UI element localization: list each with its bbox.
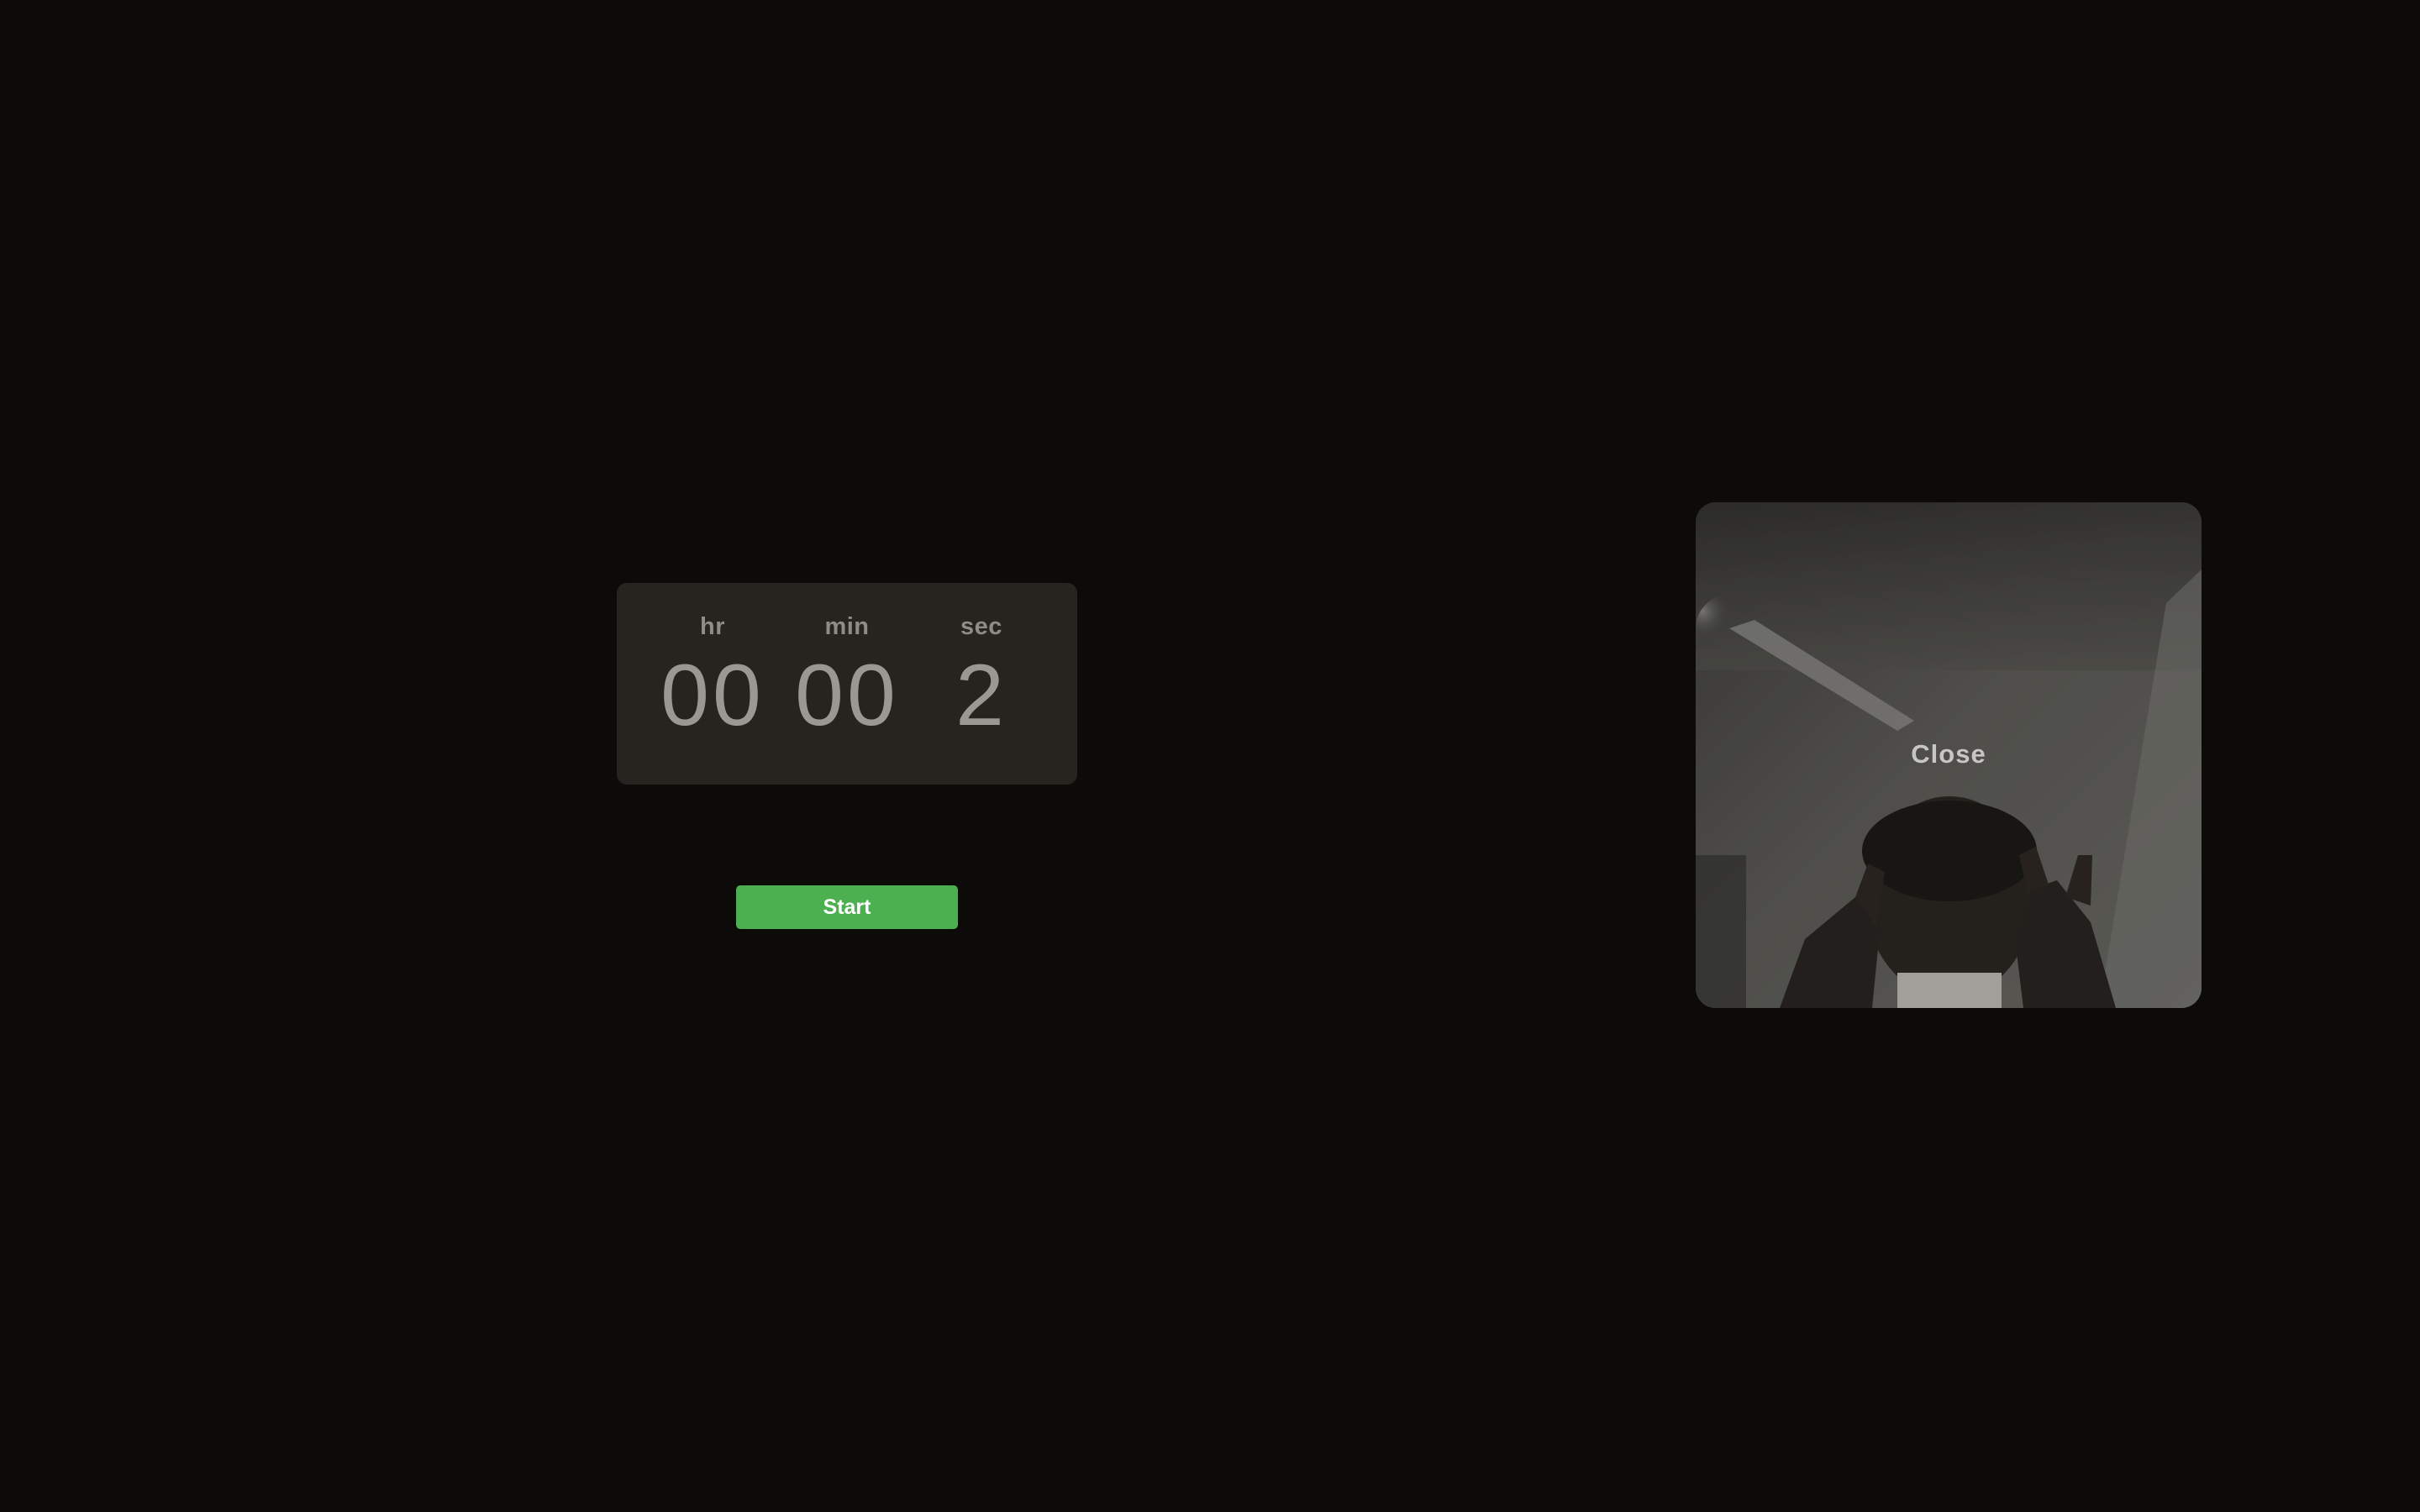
minutes-label: min xyxy=(824,613,870,640)
close-button[interactable]: Close xyxy=(1696,739,2202,769)
seconds-value[interactable]: 2 xyxy=(914,652,1049,739)
minutes-value[interactable]: 00 xyxy=(780,652,914,739)
hours-value[interactable]: 00 xyxy=(645,652,780,739)
minutes-column: min 00 xyxy=(780,583,914,785)
hours-label: hr xyxy=(700,613,725,640)
seconds-label: sec xyxy=(960,613,1002,640)
camera-preview: Close xyxy=(1696,502,2202,1008)
start-button[interactable]: Start xyxy=(736,885,958,929)
timer-display: hr 00 min 00 sec 2 xyxy=(617,583,1077,785)
seconds-column: sec 2 xyxy=(914,583,1049,785)
hours-column: hr 00 xyxy=(645,583,780,785)
timer-page: hr 00 min 00 sec 2 Start Close xyxy=(0,0,2420,1512)
